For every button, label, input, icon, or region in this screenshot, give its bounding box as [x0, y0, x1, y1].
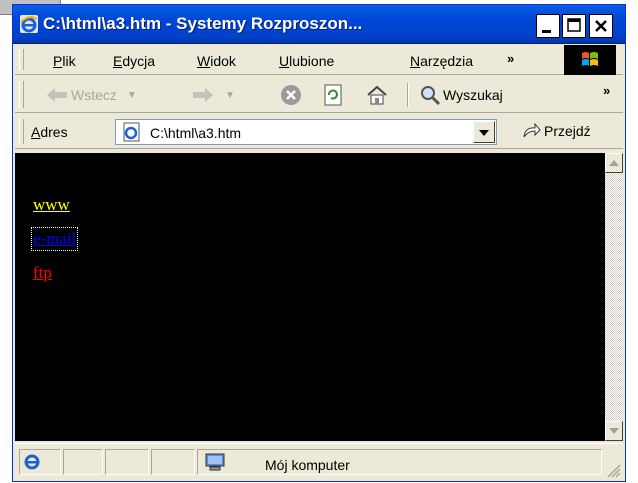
resize-grip-icon[interactable] — [605, 462, 621, 478]
back-button[interactable]: Wstecz ▼ — [45, 85, 137, 105]
ie-logo-icon — [20, 15, 38, 33]
back-arrow-icon — [47, 88, 67, 102]
standard-toolbar: Wstecz ▼ ▼ Wyszukaj » — [15, 77, 623, 113]
page-content: www e-mail ftp — [15, 153, 605, 441]
windows-logo-icon — [582, 52, 598, 66]
page-icon — [123, 122, 140, 142]
status-pane-3 — [105, 449, 149, 475]
stop-icon — [281, 85, 301, 105]
status-zone-label: Mój komputer — [265, 457, 350, 473]
forward-dropdown-icon: ▼ — [225, 89, 235, 101]
menu-item-file[interactable]: Plik — [53, 53, 76, 69]
browser-window: C:\html\a3.htm - Systemy Rozproszon... P… — [12, 4, 626, 482]
refresh-icon — [324, 84, 342, 106]
scroll-up-button[interactable] — [605, 153, 623, 173]
vertical-scrollbar[interactable] — [605, 153, 623, 441]
search-icon — [421, 86, 441, 106]
windows-logo — [564, 45, 616, 75]
minimize-button[interactable] — [536, 14, 560, 38]
scroll-down-button[interactable] — [605, 421, 623, 441]
refresh-button[interactable] — [321, 83, 345, 107]
window-title: C:\html\a3.htm - Systemy Rozproszon... — [43, 14, 363, 33]
menu-overflow-chevron[interactable]: » — [507, 51, 514, 66]
address-value: C:\html\a3.htm — [150, 125, 242, 141]
status-zone-pane — [197, 449, 602, 475]
scroll-up-icon — [609, 160, 619, 166]
search-button[interactable]: Wyszukaj — [419, 84, 503, 106]
chevron-down-icon — [479, 130, 489, 136]
link-www[interactable]: www — [33, 195, 70, 215]
go-arrow-icon — [523, 122, 541, 138]
link-ftp[interactable]: ftp — [33, 263, 52, 283]
menu-bar: Plik Edycja Widok Ulubione Narzędzia » — [15, 45, 623, 75]
stop-button[interactable] — [279, 83, 303, 107]
maximize-button[interactable] — [562, 14, 586, 38]
status-pane-main — [19, 449, 61, 475]
status-pane-2 — [63, 449, 103, 475]
menu-item-tools[interactable]: Narzędzia — [410, 53, 502, 69]
toolbar-grip[interactable] — [19, 81, 24, 108]
back-dropdown-icon: ▼ — [126, 89, 137, 101]
home-button[interactable] — [365, 83, 389, 107]
address-dropdown-button[interactable] — [473, 121, 495, 143]
ie-logo-icon — [24, 454, 40, 470]
close-icon — [595, 20, 607, 32]
minimize-icon — [542, 30, 551, 33]
menu-bar-grip[interactable] — [19, 49, 24, 70]
menu-item-edit[interactable]: Edycja — [113, 53, 155, 69]
forward-button[interactable]: ▼ — [191, 85, 235, 105]
go-button[interactable]: Przejdź — [521, 121, 591, 141]
menu-item-view[interactable]: Widok — [197, 53, 236, 69]
link-e-mail[interactable]: e-mail — [30, 227, 79, 251]
maximize-icon — [567, 18, 581, 32]
computer-icon — [205, 453, 225, 471]
title-bar[interactable]: C:\html\a3.htm - Systemy Rozproszon... — [13, 5, 625, 44]
address-input[interactable]: C:\html\a3.htm — [115, 119, 497, 145]
scroll-down-icon — [609, 428, 619, 434]
status-pane-4 — [151, 449, 195, 475]
toolbar-overflow-chevron[interactable]: » — [603, 83, 610, 98]
close-button[interactable] — [589, 14, 613, 38]
home-icon — [367, 85, 387, 105]
toolbar-separator — [407, 83, 409, 107]
address-label: Adres — [31, 124, 68, 140]
address-bar-grip[interactable] — [19, 119, 24, 144]
forward-arrow-icon — [193, 88, 213, 102]
menu-item-favorites[interactable]: Ulubione — [279, 53, 334, 69]
status-bar: Mój komputer — [15, 443, 623, 480]
address-bar: Adres C:\html\a3.htm Przejdź — [15, 115, 623, 149]
